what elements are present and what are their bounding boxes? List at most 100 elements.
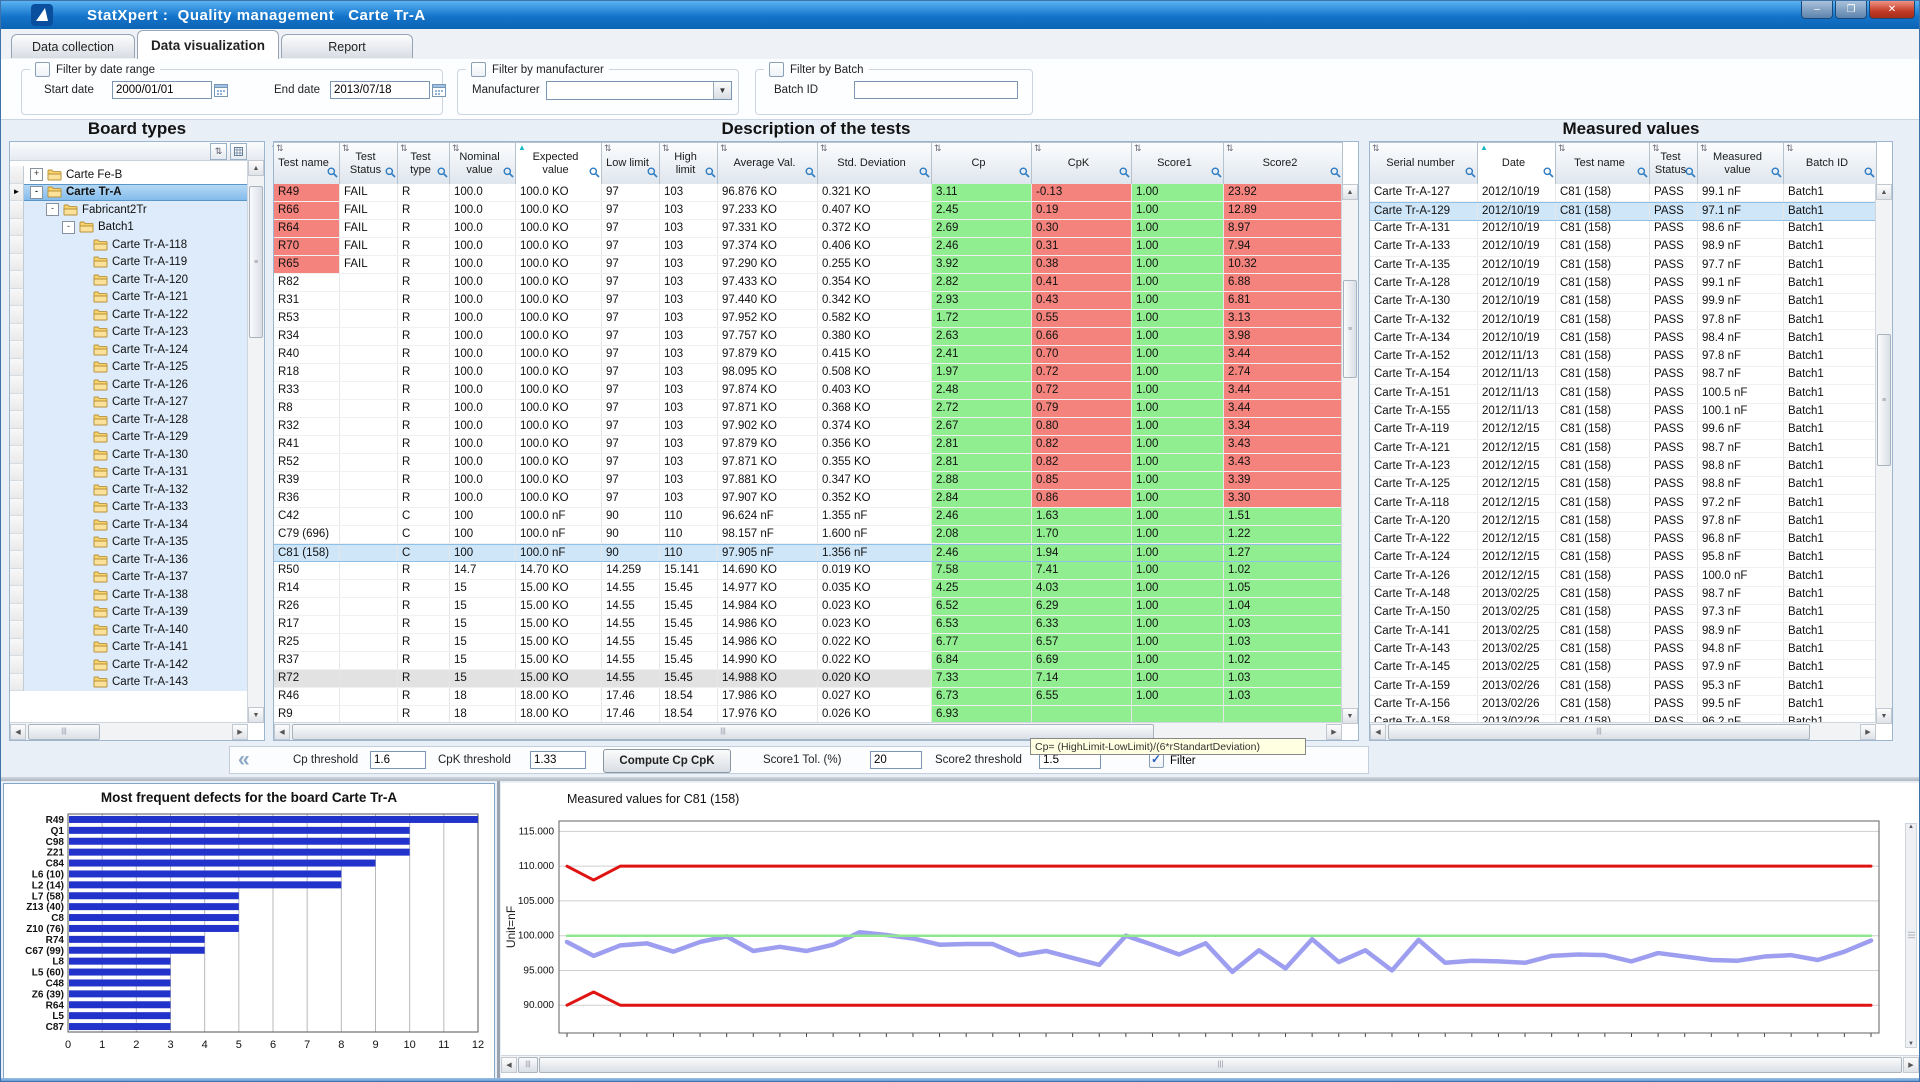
threshold-collapse-chevron[interactable]: « <box>238 753 250 767</box>
search-icon[interactable] <box>805 167 816 182</box>
scroll-left-icon[interactable]: ◀ <box>501 1057 517 1073</box>
compute-cp-cpk-button[interactable]: Compute Cp CpK <box>603 749 731 773</box>
search-icon[interactable] <box>1771 167 1782 182</box>
minimize-button[interactable]: – <box>1801 1 1833 19</box>
search-icon[interactable] <box>503 167 514 182</box>
collapse-icon[interactable]: - <box>62 221 75 234</box>
search-icon[interactable] <box>1543 167 1554 182</box>
tab-report[interactable]: Report <box>281 34 413 58</box>
measured-table-row[interactable]: Carte Tr-A-1242012/12/15C81 (158)PASS95.… <box>1370 550 1877 568</box>
measured-table-row[interactable]: Carte Tr-A-1262012/12/15C81 (158)PASS100… <box>1370 568 1877 586</box>
tests-column-header-std-deviation[interactable]: ⇅Std. Deviation <box>818 142 932 184</box>
end-date-input[interactable] <box>330 81 430 99</box>
tests-vertical-scrollbar[interactable]: ▲ ≡ ▼ <box>1341 184 1358 724</box>
measured-column-header-date[interactable]: ▲Date <box>1478 142 1556 184</box>
tree-item-carte-tr-a-140[interactable]: Carte Tr-A-140 <box>10 621 248 639</box>
measured-table-row[interactable]: Carte Tr-A-1452013/02/25C81 (158)PASS97.… <box>1370 660 1877 678</box>
scroll-up-icon[interactable]: ▲ <box>1342 184 1358 200</box>
start-date-input[interactable] <box>112 81 212 99</box>
measured-table-row[interactable]: Carte Tr-A-1182012/12/15C81 (158)PASS97.… <box>1370 495 1877 513</box>
measured-table-row[interactable]: Carte Tr-A-1562013/02/26C81 (158)PASS99.… <box>1370 696 1877 714</box>
tests-table-row[interactable]: R26R1515.00 KO14.5515.4514.984 KO0.023 K… <box>274 598 1343 616</box>
tree-item-carte-tr-a-135[interactable]: Carte Tr-A-135 <box>10 534 248 552</box>
tests-table-row[interactable]: C79 (696)C100100.0 nF9011098.157 nF1.600… <box>274 526 1343 544</box>
measured-table-row[interactable]: Carte Tr-A-1202012/12/15C81 (158)PASS97.… <box>1370 513 1877 531</box>
measured-column-header-serial-number[interactable]: ⇅Serial number <box>1370 142 1478 184</box>
search-icon[interactable] <box>705 167 716 182</box>
tests-table-row[interactable]: R40R100.0100.0 KO9710397.879 KO0.415 KO2… <box>274 346 1343 364</box>
collapse-icon[interactable]: - <box>30 186 43 199</box>
maximize-button[interactable]: ❐ <box>1835 1 1867 19</box>
tests-table-row[interactable]: R33R100.0100.0 KO9710397.874 KO0.403 KO2… <box>274 382 1343 400</box>
tree-item-carte-tr-a-131[interactable]: Carte Tr-A-131 <box>10 464 248 482</box>
tests-table-row[interactable]: R14R1515.00 KO14.5515.4514.977 KO0.035 K… <box>274 580 1343 598</box>
measured-column-header-test-name[interactable]: ⇅Test name <box>1556 142 1650 184</box>
measured-table-row[interactable]: Carte Tr-A-1432013/02/25C81 (158)PASS94.… <box>1370 641 1877 659</box>
tests-table-row[interactable]: R37R1515.00 KO14.5515.4514.990 KO0.022 K… <box>274 652 1343 670</box>
tab-data-visualization[interactable]: Data visualization <box>137 30 279 59</box>
batch-id-input[interactable] <box>854 81 1018 99</box>
measured-table-row[interactable]: Carte Tr-A-1272012/10/19C81 (158)PASS99.… <box>1370 184 1877 202</box>
filter-checkbox[interactable] <box>1149 753 1164 768</box>
tests-table-row[interactable]: R32R100.0100.0 KO9710397.902 KO0.374 KO2… <box>274 418 1343 436</box>
collapse-icon[interactable]: - <box>46 203 59 216</box>
cp-threshold-input[interactable] <box>370 751 426 769</box>
tree-item-carte-tr-a-129[interactable]: Carte Tr-A-129 <box>10 429 248 447</box>
line-chart-hscrollbar-thumb[interactable]: ||| <box>539 1057 1902 1073</box>
tree-item-carte-tr-a-127[interactable]: Carte Tr-A-127 <box>10 394 248 412</box>
scroll-left-icon[interactable]: ◀ <box>10 724 26 740</box>
tree-item-carte-tr-a-137[interactable]: Carte Tr-A-137 <box>10 569 248 587</box>
search-icon[interactable] <box>1119 167 1130 182</box>
start-date-calendar-icon[interactable] <box>212 81 229 99</box>
tests-hscrollbar-thumb[interactable]: ||| <box>292 724 1154 740</box>
close-button[interactable]: ✕ <box>1869 1 1915 19</box>
tree-item-carte-tr-a-122[interactable]: Carte Tr-A-122 <box>10 306 248 324</box>
tests-table-row[interactable]: R70FAILR100.0100.0 KO9710397.374 KO0.406… <box>274 238 1343 256</box>
measured-table-row[interactable]: Carte Tr-A-1352012/10/19C81 (158)PASS97.… <box>1370 257 1877 275</box>
tree-item-carte-tr-a-139[interactable]: Carte Tr-A-139 <box>10 604 248 622</box>
measured-table-row[interactable]: Carte Tr-A-1212012/12/15C81 (158)PASS98.… <box>1370 440 1877 458</box>
measured-column-header-measured-value[interactable]: ⇅Measured value <box>1698 142 1784 184</box>
search-icon[interactable] <box>589 167 600 182</box>
tests-table-row[interactable]: C81 (158)C100100.0 nF9011097.905 nF1.356… <box>274 544 1343 562</box>
search-icon[interactable] <box>327 167 338 182</box>
tests-table-row[interactable]: C42C100100.0 nF9011096.624 nF1.355 nF2.4… <box>274 508 1343 526</box>
tree-item-carte-tr-a-132[interactable]: Carte Tr-A-132 <box>10 481 248 499</box>
tree-item-fabricant2tr[interactable]: -Fabricant2Tr <box>10 201 248 219</box>
line-chart-horizontal-scrollbar[interactable]: ◀ ||| ||| ▶ <box>501 1055 1919 1073</box>
scroll-left-icon[interactable]: ◀ <box>274 724 290 740</box>
tests-table-row[interactable]: R49FAILR100.0100.0 KO9710396.876 KO0.321… <box>274 184 1343 202</box>
search-icon[interactable] <box>647 167 658 182</box>
scroll-down-icon[interactable]: ▼ <box>1876 708 1892 724</box>
measured-scrollbar-thumb[interactable]: ≡ <box>1877 334 1891 466</box>
tree-item-carte-tr-a-125[interactable]: Carte Tr-A-125 <box>10 359 248 377</box>
measured-table-row[interactable]: Carte Tr-A-1412013/02/25C81 (158)PASS98.… <box>1370 623 1877 641</box>
measured-hscrollbar-thumb[interactable]: ||| <box>1388 724 1810 740</box>
scroll-up-icon[interactable]: ▲ <box>1876 184 1892 200</box>
search-icon[interactable] <box>919 167 930 182</box>
search-icon[interactable] <box>385 167 396 182</box>
tests-table-row[interactable]: R39R100.0100.0 KO9710397.881 KO0.347 KO2… <box>274 472 1343 490</box>
tree-item-carte-tr-a-123[interactable]: Carte Tr-A-123 <box>10 324 248 342</box>
scroll-right-icon[interactable]: ▶ <box>1326 724 1342 740</box>
scroll-right-icon[interactable]: ▶ <box>1903 1057 1919 1073</box>
tests-table-row[interactable]: R18R100.0100.0 KO9710398.095 KO0.508 KO1… <box>274 364 1343 382</box>
scroll-down-icon[interactable]: ▼ <box>248 707 264 723</box>
tree-grid-button[interactable] <box>230 143 247 160</box>
tree-item-carte-tr-a[interactable]: ►-Carte Tr-A <box>10 184 248 202</box>
tests-table-row[interactable]: R64FAILR100.0100.0 KO9710397.331 KO0.372… <box>274 220 1343 238</box>
measured-table-row[interactable]: Carte Tr-A-1342012/10/19C81 (158)PASS98.… <box>1370 330 1877 348</box>
scroll-down-icon[interactable]: ▼ <box>1342 708 1358 724</box>
tests-column-header-test-type[interactable]: ⇅Test type <box>398 142 450 184</box>
tree-item-carte-tr-a-141[interactable]: Carte Tr-A-141 <box>10 639 248 657</box>
tree-item-carte-tr-a-143[interactable]: Carte Tr-A-143 <box>10 674 248 692</box>
measured-table-row[interactable]: Carte Tr-A-1322012/10/19C81 (158)PASS97.… <box>1370 312 1877 330</box>
measured-table-row[interactable]: Carte Tr-A-1522012/11/13C81 (158)PASS97.… <box>1370 349 1877 367</box>
tests-table-row[interactable]: R52R100.0100.0 KO9710397.871 KO0.355 KO2… <box>274 454 1343 472</box>
tests-table-row[interactable]: R8R100.0100.0 KO9710397.871 KO0.368 KO2.… <box>274 400 1343 418</box>
filter-manufacturer-checkbox[interactable] <box>471 62 486 77</box>
tests-table-row[interactable]: R36R100.0100.0 KO9710397.907 KO0.352 KO2… <box>274 490 1343 508</box>
score1-tolerance-input[interactable] <box>870 751 922 769</box>
tests-table-row[interactable]: R41R100.0100.0 KO9710397.879 KO0.356 KO2… <box>274 436 1343 454</box>
measured-horizontal-scrollbar[interactable]: ◀ ||| ▶ <box>1370 722 1876 740</box>
